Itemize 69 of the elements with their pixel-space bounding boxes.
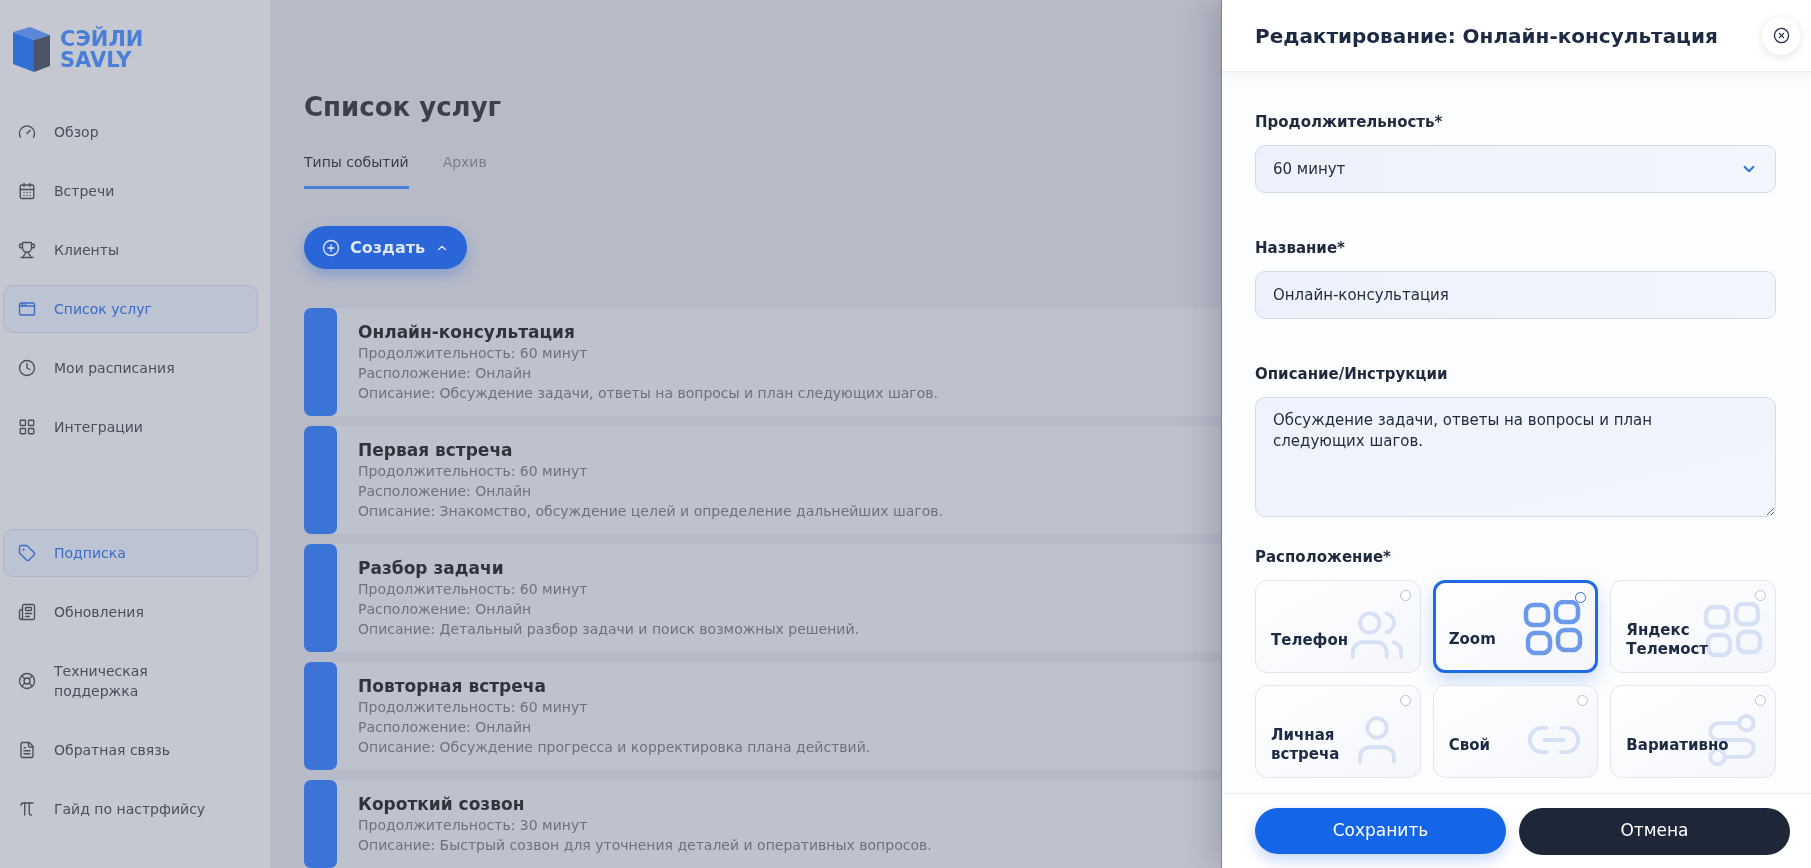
service-detail: Описание: Обсуждение прогресса и корректировка плана действий. <box>358 738 871 757</box>
service-detail: Продолжительность: 30 минут <box>358 816 589 835</box>
logo-text: SAVLY <box>60 50 133 71</box>
service-title: Онлайн-консультация <box>358 321 576 343</box>
nav-item[interactable]: Обзор <box>3 108 258 156</box>
tab[interactable]: Типы событий <box>304 152 409 189</box>
grid-icon <box>18 418 36 436</box>
location-option[interactable]: Яндекс Телемост <box>1610 580 1776 673</box>
newspaper-icon <box>18 603 36 621</box>
nav-item[interactable]: Техническая поддержка <box>3 647 258 715</box>
nav-item[interactable]: Встречи <box>3 167 258 215</box>
save-button[interactable]: Сохранить <box>1255 808 1506 854</box>
pi-icon <box>18 800 36 818</box>
location-option[interactable]: Вариативно <box>1610 685 1776 778</box>
document-icon <box>18 741 36 759</box>
service-detail: Расположение: Онлайн <box>358 482 533 501</box>
service-title: Разбор задачи <box>358 557 505 579</box>
clock-icon <box>18 359 36 377</box>
nav-item[interactable]: Гайд по настрфийсу <box>3 785 258 833</box>
nav-item[interactable]: Интеграции <box>3 403 258 451</box>
calendar-icon <box>18 182 36 200</box>
service-detail: Описание: Обсуждение задачи, ответы на вопросы и план следующих шагов. <box>358 384 938 403</box>
service-detail: Расположение: Онлайн <box>358 364 533 383</box>
trophy-icon <box>18 241 36 259</box>
location-option[interactable]: Личная встреча <box>1255 685 1421 778</box>
service-detail: Расположение: Онлайн <box>358 718 533 737</box>
nav-item[interactable]: Обновления <box>3 588 258 636</box>
nav-item[interactable]: Мои расписания <box>3 344 258 392</box>
service-card[interactable]: Разбор задачи Продолжительность: 60 минут Расположение: Онлайн Описание: Детальный разбор задачи и поиск возможных решений. <box>304 544 1221 652</box>
description-textarea[interactable]: Обсуждение задачи, ответы на вопросы и план следующих шагов. <box>1255 397 1776 517</box>
location-option[interactable]: Свой <box>1432 685 1599 778</box>
close-button[interactable] <box>1762 16 1800 55</box>
service-title: Короткий созвон <box>358 793 526 815</box>
tag-icon <box>18 544 36 562</box>
service-card[interactable]: Первая встреча Продолжительность: 60 минут Расположение: Онлайн Описание: Знакомство, обсуждение целей и определение дальнейших шагов. <box>304 426 1221 534</box>
gauge-icon <box>18 123 36 141</box>
location-option[interactable]: Zoom <box>1432 580 1599 673</box>
nav-item[interactable]: Обратная связь <box>3 726 258 774</box>
name-input[interactable]: Онлайн-консультация <box>1255 271 1776 319</box>
service-detail: Продолжительность: 60 минут <box>358 698 589 717</box>
location-option[interactable]: Телефон <box>1255 580 1421 673</box>
logo-icon <box>12 26 52 74</box>
page-title: Список услуг <box>304 91 503 123</box>
field-label: Расположение* <box>1255 547 1392 567</box>
service-card[interactable]: Короткий созвон Продолжительность: 30 минут Описание: Быстрый созвон для уточнения деталей и оперативных вопросов. <box>304 780 1221 868</box>
service-detail: Продолжительность: 60 минут <box>358 344 589 363</box>
service-detail: Описание: Детальный разбор задачи и поиск возможных решений. <box>358 620 859 639</box>
field-label: Описание/Инструкции <box>1255 364 1449 384</box>
service-title: Первая встреча <box>358 439 514 461</box>
service-detail: Описание: Знакомство, обсуждение целей и определение дальнейших шагов. <box>358 502 943 521</box>
duration-select[interactable]: 60 минут <box>1255 145 1776 193</box>
nav-item[interactable]: Клиенты <box>3 226 258 274</box>
close-icon <box>1772 27 1790 44</box>
window-icon <box>18 300 36 318</box>
service-detail: Расположение: Онлайн <box>358 600 533 619</box>
field-label: Название* <box>1255 238 1346 258</box>
lifebuoy-icon <box>18 672 36 690</box>
service-card[interactable]: Онлайн-консультация Продолжительность: 60 минут Расположение: Онлайн Описание: Обсуждение задачи, ответы на вопросы и план следующих шагов. <box>304 308 1221 416</box>
plus-circle-icon <box>322 238 340 257</box>
service-detail: Продолжительность: 60 минут <box>358 580 589 599</box>
service-card[interactable]: Повторная встреча Продолжительность: 60 минут Расположение: Онлайн Описание: Обсуждение прогресса и корректировка плана действий. <box>304 662 1221 770</box>
squares-icon <box>1523 600 1584 656</box>
create-button[interactable]: Создать <box>304 226 468 269</box>
service-detail: Продолжительность: 60 минут <box>358 462 589 481</box>
panel-title: Редактирование: Онлайн-консультация <box>1255 22 1718 49</box>
cancel-button[interactable]: Отмена <box>1519 807 1790 855</box>
service-title: Повторная встреча <box>358 675 547 697</box>
field-label: Продолжительность* <box>1255 112 1444 132</box>
service-detail: Описание: Быстрый созвон для уточнения деталей и оперативных вопросов. <box>358 836 932 855</box>
